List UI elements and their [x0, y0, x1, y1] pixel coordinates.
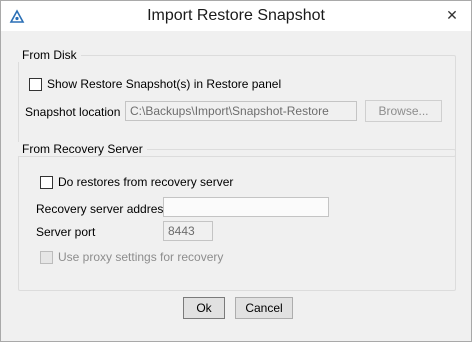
show-snapshots-checkbox[interactable] — [29, 77, 42, 91]
show-snapshots-label: Show Restore Snapshot(s) in Restore pane… — [47, 77, 282, 91]
snapshot-location-field[interactable]: C:\Backups\Import\Snapshot-Restore — [125, 101, 357, 121]
window-title: Import Restore Snapshot — [147, 7, 325, 24]
close-icon: ✕ — [446, 7, 458, 23]
proxy-checkbox[interactable] — [40, 250, 53, 264]
from-disk-group-title: From Disk — [18, 48, 81, 62]
do-restores-checkbox[interactable] — [40, 175, 53, 189]
from-server-group-title: From Recovery Server — [18, 142, 147, 156]
do-restores-label: Do restores from recovery server — [58, 175, 234, 189]
browse-button[interactable]: Browse... — [365, 100, 442, 122]
server-port-field[interactable]: 8443 — [163, 221, 213, 241]
title-bar: Import Restore Snapshot ✕ — [1, 1, 471, 31]
cancel-button[interactable]: Cancel — [235, 297, 293, 319]
do-restores-checkbox-row[interactable]: Do restores from recovery server — [40, 174, 233, 190]
close-button[interactable]: ✕ — [439, 5, 465, 25]
show-snapshots-checkbox-row[interactable]: Show Restore Snapshot(s) in Restore pane… — [29, 76, 281, 92]
proxy-checkbox-row[interactable]: Use proxy settings for recovery — [40, 249, 223, 265]
server-address-label: Recovery server address — [36, 202, 170, 216]
snapshot-location-label: Snapshot location — [25, 105, 121, 119]
proxy-label: Use proxy settings for recovery — [58, 250, 224, 264]
server-address-field[interactable] — [163, 197, 329, 217]
ok-button[interactable]: Ok — [183, 297, 225, 319]
from-recovery-server-group: From Recovery Server Do restores from re… — [18, 142, 456, 291]
server-port-label: Server port — [36, 225, 96, 239]
import-restore-snapshot-dialog: Import Restore Snapshot ✕ From Disk Show… — [0, 0, 472, 342]
dialog-content: From Disk Show Restore Snapshot(s) in Re… — [9, 31, 463, 333]
